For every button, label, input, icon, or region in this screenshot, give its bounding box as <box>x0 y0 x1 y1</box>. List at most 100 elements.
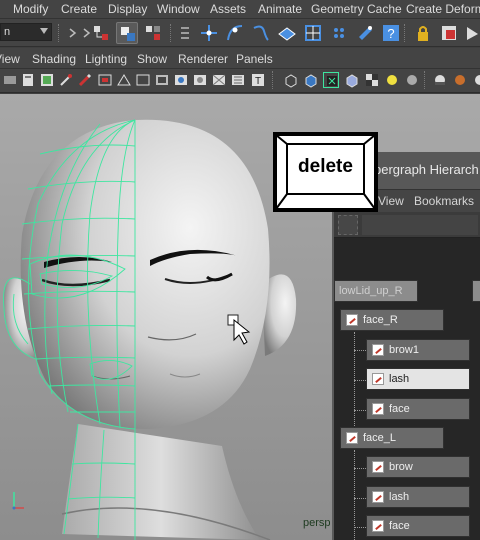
x-ray-icon[interactable] <box>303 72 319 88</box>
transform-node-icon <box>346 432 358 444</box>
isolate-select-icon[interactable] <box>283 72 299 88</box>
main-menu-bar: Modify Create Display Window Assets Anim… <box>0 0 480 19</box>
toolbar-divider <box>170 24 172 42</box>
help-icon[interactable]: ? <box>380 22 402 44</box>
motion-blur-icon[interactable] <box>472 72 480 88</box>
render-region-icon[interactable] <box>438 22 460 44</box>
hypergraph-menu-view[interactable]: View <box>378 194 404 208</box>
snap-view-plane-icon[interactable] <box>276 22 298 44</box>
camera-gate-icon[interactable] <box>97 72 113 88</box>
hypergraph-title: pergraph Hierarch <box>374 162 479 177</box>
light-icon[interactable] <box>384 72 400 88</box>
bookmark-icon[interactable] <box>20 72 36 88</box>
hdr-icon[interactable] <box>432 72 448 88</box>
node-face-l-child[interactable]: face <box>366 515 470 537</box>
node-lash-r-selected[interactable]: lash <box>366 368 470 390</box>
wireframe-on-shaded-toggle-icon[interactable] <box>323 72 339 88</box>
svg-text:T: T <box>255 76 261 87</box>
select-object-icon[interactable] <box>116 22 138 44</box>
hypergraph-graph-area[interactable]: lowLid_up_R face_R brow1 lash face face_… <box>334 238 480 540</box>
node-brow1[interactable]: brow1 <box>366 339 470 361</box>
use-default-material-icon[interactable]: T <box>250 72 266 88</box>
magnet-icon[interactable] <box>354 22 376 44</box>
image-plane-icon[interactable] <box>39 72 55 88</box>
menu-create-deformers[interactable]: Create Deform <box>406 2 480 16</box>
menu-set-value: n <box>4 26 11 38</box>
ambient-occlusion-icon[interactable] <box>452 72 468 88</box>
node-face-r-child[interactable]: face <box>366 398 470 420</box>
select-component-icon[interactable] <box>142 22 164 44</box>
render-icon[interactable] <box>464 22 480 44</box>
panel-menu-shading[interactable]: Shading <box>32 52 76 66</box>
smooth-shade-icon[interactable] <box>192 72 208 88</box>
menu-assets[interactable]: Assets <box>210 2 246 16</box>
collapse-arrow-icon[interactable] <box>76 22 91 44</box>
history-icon[interactable] <box>328 22 350 44</box>
panel-menu-view[interactable]: View <box>0 52 20 66</box>
transform-node-icon <box>372 373 384 385</box>
delete-key-overlay: delete <box>273 132 378 212</box>
panel-menu-show[interactable]: Show <box>137 52 167 66</box>
mask-toggle-icon[interactable] <box>174 22 189 44</box>
menu-set-dropdown[interactable]: n <box>0 23 52 41</box>
panel-menu-lighting[interactable]: Lighting <box>85 52 127 66</box>
frame-all-icon[interactable] <box>338 215 358 235</box>
panel-menu-renderer[interactable]: Renderer <box>178 52 228 66</box>
collapse-arrow-icon[interactable] <box>62 22 77 44</box>
shadow-sphere-icon[interactable] <box>404 72 420 88</box>
transform-node-icon <box>372 403 384 415</box>
node-face-r[interactable]: face_R <box>340 309 444 331</box>
menu-create[interactable]: Create <box>61 2 97 16</box>
node-partial[interactable] <box>472 280 480 302</box>
transform-node-icon <box>372 344 384 356</box>
node-label: lowLid_up_R <box>339 285 403 297</box>
panel-menu-panels[interactable]: Panels <box>236 52 273 66</box>
snap-grid-icon[interactable] <box>198 22 220 44</box>
menu-display[interactable]: Display <box>108 2 147 16</box>
x-ray-joints-icon[interactable] <box>344 72 360 88</box>
menu-window[interactable]: Window <box>157 2 200 16</box>
node-brow-l[interactable]: brow <box>366 456 470 478</box>
textured-icon[interactable] <box>230 72 246 88</box>
node-label: face_R <box>363 314 398 326</box>
gate-mask-icon[interactable] <box>154 72 170 88</box>
field-chart-icon[interactable] <box>116 72 132 88</box>
select-hierarchy-icon[interactable] <box>90 22 112 44</box>
svg-text:?: ? <box>387 26 394 41</box>
delete-key-label: delete <box>298 156 353 177</box>
hypergraph-menu-bookmarks[interactable]: Bookmarks <box>414 194 474 208</box>
camera-label: persp <box>303 517 331 529</box>
menu-geometry-cache[interactable]: Geometry Cache <box>311 2 402 16</box>
node-face-l[interactable]: face_L <box>340 427 444 449</box>
snap-point-icon[interactable] <box>250 22 272 44</box>
menu-animate[interactable]: Animate <box>258 2 302 16</box>
toolbar-divider <box>272 71 274 89</box>
node-label: face <box>389 520 410 532</box>
toolbar-divider <box>424 71 426 89</box>
node-lash-l[interactable]: lash <box>366 486 470 508</box>
wireframe-icon[interactable] <box>173 72 189 88</box>
snap-curve-icon[interactable] <box>224 22 246 44</box>
node-lowlid-up-r[interactable]: lowLid_up_R <box>334 280 418 302</box>
snap-live-icon[interactable] <box>302 22 324 44</box>
status-line: n ? <box>0 19 480 47</box>
node-label: brow <box>389 461 413 473</box>
transform-node-icon <box>346 314 358 326</box>
menu-modify[interactable]: Modify <box>13 2 48 16</box>
node-label: lash <box>389 491 410 503</box>
camera-attributes-icon[interactable] <box>2 72 18 88</box>
node-label: face <box>389 403 410 415</box>
lock-icon[interactable] <box>412 22 434 44</box>
2d-pan-zoom-icon[interactable] <box>58 72 74 88</box>
toolbar-divider <box>404 24 406 42</box>
hypergraph-toolbar <box>334 212 480 238</box>
resolution-gate-icon[interactable] <box>135 72 151 88</box>
hypergraph-toolbar-strip <box>362 215 478 235</box>
panel-menu-bar: View Shading Lighting Show Renderer Pane… <box>0 48 480 69</box>
wireframe-on-shaded-icon[interactable] <box>211 72 227 88</box>
grease-pencil-icon[interactable] <box>77 72 93 88</box>
node-label: brow1 <box>389 344 419 356</box>
transform-node-icon <box>372 491 384 503</box>
checker-icon[interactable] <box>364 72 380 88</box>
chevron-down-icon <box>40 28 48 34</box>
